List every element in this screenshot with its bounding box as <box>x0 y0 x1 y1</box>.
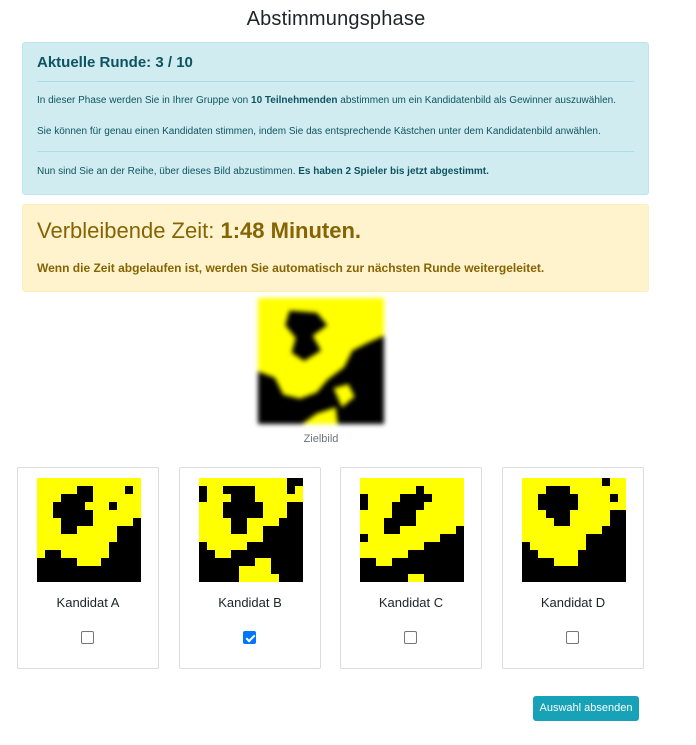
candidate-card-c[interactable]: Kandidat C <box>340 467 482 669</box>
vote-status: Nun sind Sie an der Reihe, über dieses B… <box>37 166 489 177</box>
timer-alert: Verbleibende Zeit: 1:48 Minuten. Wenn di… <box>22 204 649 292</box>
round-info-alert: Aktuelle Runde: 3 / 10 In dieser Phase w… <box>22 42 649 195</box>
candidate-image-c <box>360 478 464 582</box>
vote-checkbox-d[interactable] <box>566 631 579 644</box>
candidate-name-b: Kandidat B <box>218 595 282 610</box>
vote-checkbox-b[interactable] <box>243 631 256 644</box>
candidate-image-d <box>522 478 626 582</box>
candidate-name-a: Kandidat A <box>56 595 120 610</box>
instructions-paragraph: In dieser Phase werden Sie in Ihrer Grup… <box>37 95 617 106</box>
divider <box>37 151 634 152</box>
candidate-image-a <box>37 478 141 582</box>
candidate-image-b <box>199 478 303 582</box>
candidate-name-c: Kandidat C <box>378 595 444 610</box>
target-image <box>258 298 384 424</box>
candidate-card-a[interactable]: Kandidat A <box>17 467 159 669</box>
divider <box>37 81 634 82</box>
submit-vote-button[interactable]: Auswahl absenden <box>533 696 639 721</box>
candidate-card-d[interactable]: Kandidat D <box>502 467 644 669</box>
page-title: Abstimmungsphase <box>246 8 426 30</box>
instructions-vote-rule: Sie können für genau einen Kandidaten st… <box>37 126 601 137</box>
remaining-time: Verbleibende Zeit: 1:48 Minuten. <box>37 218 362 243</box>
candidate-card-b[interactable]: Kandidat B <box>179 467 321 669</box>
round-heading: Aktuelle Runde: 3 / 10 <box>37 54 193 71</box>
remaining-time-value: 1:48 Minuten. <box>220 218 362 243</box>
vote-checkbox-c[interactable] <box>404 631 417 644</box>
target-image-label: Zielbild <box>303 433 339 445</box>
timeout-note: Wenn die Zeit abgelaufen ist, werden Sie… <box>37 261 545 275</box>
candidate-name-d: Kandidat D <box>540 595 606 610</box>
vote-checkbox-a[interactable] <box>81 631 94 644</box>
